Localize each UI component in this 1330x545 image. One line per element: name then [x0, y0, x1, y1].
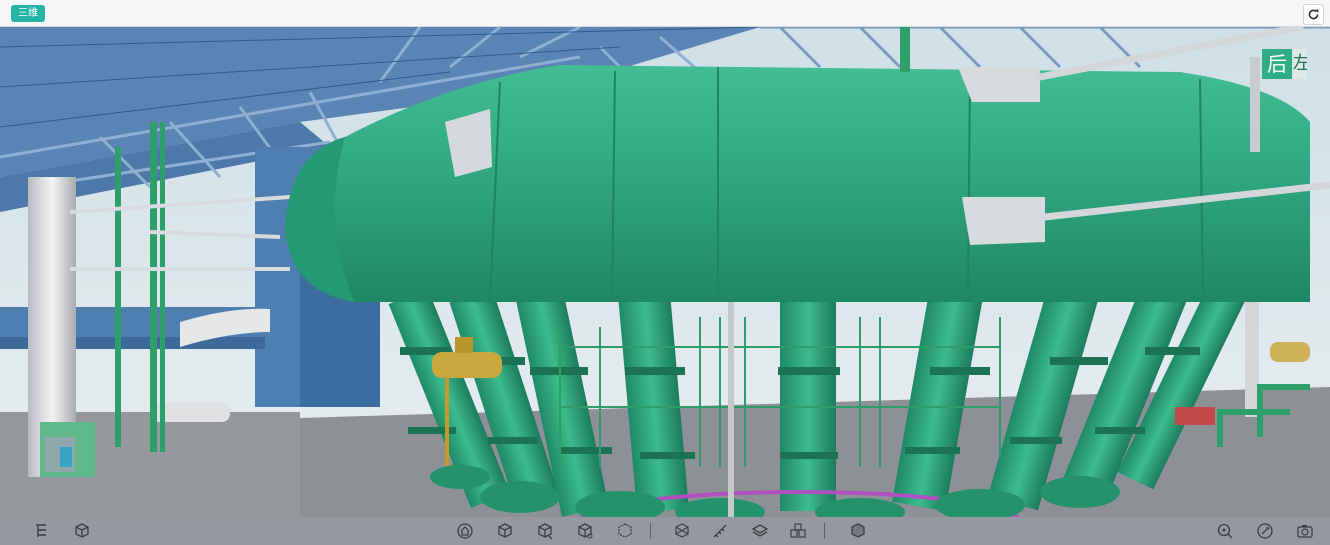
3d-viewport[interactable]: 后 左	[0, 27, 1330, 517]
left-equipment	[40, 422, 95, 477]
explode-button[interactable]	[575, 521, 595, 541]
screenshot-camera-icon	[1297, 525, 1313, 538]
top-bar: 三维	[0, 0, 1330, 27]
component-group-button[interactable]	[788, 521, 808, 541]
component-cube-icon	[75, 523, 89, 538]
yellow-tank-right	[1270, 342, 1310, 362]
cube-view-button[interactable]	[495, 521, 515, 541]
toolbar-separator	[650, 523, 651, 539]
component-group-icon	[790, 523, 806, 538]
home-view-icon	[457, 523, 473, 539]
measure-button[interactable]	[710, 521, 730, 541]
right-vertical-hanger	[1250, 57, 1260, 152]
section-button[interactable]	[535, 521, 555, 541]
cube-wireframe-icon	[675, 523, 689, 538]
bottom-toolbar	[0, 517, 1330, 545]
component-button[interactable]	[72, 521, 92, 541]
cube-explode-icon	[578, 523, 593, 539]
viewcube-left-edge[interactable]: 左	[1293, 49, 1307, 79]
cube-view-icon	[498, 523, 512, 538]
toolbar-separator	[824, 523, 825, 539]
top-green-pipe	[900, 27, 910, 72]
locate-button[interactable]	[1215, 521, 1235, 541]
refresh-icon	[1308, 9, 1319, 20]
layer-icon	[751, 524, 769, 537]
red-equipment	[1175, 407, 1215, 425]
model-scene[interactable]	[0, 27, 1330, 517]
steam-drum-vessel[interactable]	[285, 65, 1310, 303]
model-tree-button[interactable]	[32, 521, 52, 541]
isolate-icon	[851, 523, 865, 538]
cube-transparent-icon	[618, 523, 632, 538]
view-mode-3d-button[interactable]: 三维	[11, 5, 45, 22]
transparency-button[interactable]	[615, 521, 635, 541]
model-tree-icon	[36, 524, 46, 537]
viewcube-back-face[interactable]: 后	[1262, 49, 1292, 79]
white-right-pipe	[1245, 297, 1259, 417]
wireframe-button[interactable]	[672, 521, 692, 541]
measure-icon	[713, 524, 727, 538]
markup-button[interactable]	[1255, 521, 1275, 541]
home-view-button[interactable]	[455, 521, 475, 541]
isolate-button[interactable]	[848, 521, 868, 541]
refresh-button[interactable]	[1303, 4, 1324, 25]
screenshot-button[interactable]	[1295, 521, 1315, 541]
search-location-icon	[1217, 523, 1233, 539]
edit-markup-icon	[1257, 523, 1273, 539]
center-rod	[728, 302, 734, 517]
layer-button[interactable]	[750, 521, 770, 541]
cube-section-icon	[538, 523, 553, 540]
